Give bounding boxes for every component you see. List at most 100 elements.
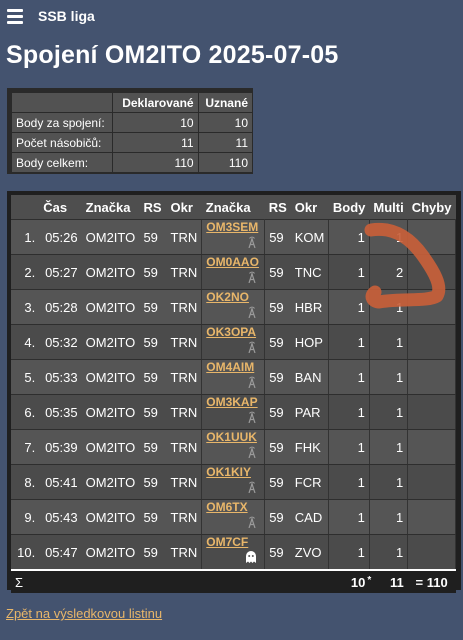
row-rs: 59 <box>139 464 167 500</box>
row-call: OM2ITO <box>81 324 140 360</box>
row-multi: 1 <box>368 429 409 465</box>
row-call2-link[interactable]: OK3OPA <box>206 325 260 339</box>
row-points: 1 <box>328 324 370 360</box>
row-multi: 1 <box>368 464 409 500</box>
tower-icon <box>248 516 256 528</box>
row-call2-link[interactable]: OM4AIM <box>206 360 260 374</box>
row-errors <box>407 359 456 395</box>
row-time: 05:41 <box>39 464 82 500</box>
row-rs2: 59 <box>264 359 291 395</box>
row-call2-cell: OK2NO <box>201 289 266 325</box>
row-call: OM2ITO <box>81 219 140 255</box>
row-call2-link[interactable]: OK2NO <box>206 290 260 304</box>
sum-total: = 110 <box>407 569 456 593</box>
row-points: 1 <box>328 429 370 465</box>
row-number: 3. <box>11 289 40 325</box>
row-call: OM2ITO <box>81 499 140 535</box>
row-number: 10. <box>11 534 40 571</box>
header-errors: Chyby <box>407 195 456 220</box>
row-call2-cell: OK1UUK <box>201 429 266 465</box>
row-number: 5. <box>11 359 40 395</box>
row-time: 05:39 <box>39 429 82 465</box>
header-okr: Okr <box>166 195 202 220</box>
row-number: 4. <box>11 324 40 360</box>
row-multi: 1 <box>368 359 409 395</box>
row-time: 05:33 <box>39 359 82 395</box>
header-call: Značka <box>81 195 140 220</box>
row-call2-link[interactable]: OM7CF <box>206 535 260 549</box>
row-rs2: 59 <box>264 254 291 290</box>
summary-row: Body za spojení: 10 10 <box>11 112 254 133</box>
header-nr <box>11 195 40 220</box>
qso-row: 6. 05:35 OM2ITO 59 TRN OM3KAP 59 PAR 1 1 <box>11 394 456 430</box>
row-time: 05:27 <box>39 254 82 290</box>
row-points: 1 <box>328 254 370 290</box>
row-okr2: FCR <box>290 464 329 500</box>
row-call2-link[interactable]: OK1KIY <box>206 465 260 479</box>
row-errors <box>407 324 456 360</box>
row-okr: TRN <box>166 464 202 500</box>
row-okr: TRN <box>166 394 202 430</box>
row-call: OM2ITO <box>81 289 140 325</box>
summary-declared: 10 <box>111 112 199 133</box>
row-number: 9. <box>11 499 40 535</box>
row-call2-cell: OM7CF <box>201 534 266 571</box>
row-okr2: FHK <box>290 429 329 465</box>
summary-row: Body celkem: 110 110 <box>11 152 254 173</box>
row-number: 6. <box>11 394 40 430</box>
summary-recognized: 110 <box>197 152 254 173</box>
row-call2-cell: OM4AIM <box>201 359 266 395</box>
tower-icon <box>248 411 256 423</box>
row-call2-cell: OM3SEM <box>201 219 266 255</box>
row-errors <box>407 219 456 255</box>
row-multi: 1 <box>368 499 409 535</box>
qso-row: 5. 05:33 OM2ITO 59 TRN OM4AIM 59 BAN 1 1 <box>11 359 456 395</box>
qso-sum-row: Σ 10 * 11 = 110 <box>11 569 456 593</box>
row-okr: TRN <box>166 254 202 290</box>
row-call2-cell: OM6TX <box>201 499 266 535</box>
summary-row: Počet násobičů: 11 11 <box>11 132 254 153</box>
row-okr: TRN <box>166 324 202 360</box>
header-rs2: RS <box>264 195 291 220</box>
qso-row: 3. 05:28 OM2ITO 59 TRN OK2NO 59 HBR 1 1 <box>11 289 456 325</box>
hamburger-menu-icon[interactable] <box>7 8 23 24</box>
row-errors <box>407 254 456 290</box>
qso-row: 4. 05:32 OM2ITO 59 TRN OK3OPA 59 HOP 1 1 <box>11 324 456 360</box>
row-call: OM2ITO <box>81 254 140 290</box>
row-multi: 2 <box>368 254 409 290</box>
page-title: Spojení OM2ITO 2025-07-05 <box>6 41 339 69</box>
row-multi: 1 <box>368 324 409 360</box>
row-call2-cell: OK3OPA <box>201 324 266 360</box>
row-rs: 59 <box>139 499 167 535</box>
row-points: 1 <box>328 359 370 395</box>
row-call2-link[interactable]: OM3SEM <box>206 220 260 234</box>
summary-label: Body za spojení: <box>11 112 113 133</box>
back-to-results-link[interactable]: Zpět na výsledkovou listinu <box>6 606 162 621</box>
row-rs: 59 <box>139 324 167 360</box>
row-call: OM2ITO <box>81 429 140 465</box>
row-call2-link[interactable]: OM0AAO <box>206 255 260 269</box>
row-call: OM2ITO <box>81 534 140 571</box>
qso-header-row: Čas Značka RS Okr Značka RS Okr Body Mul… <box>11 195 456 220</box>
tower-icon <box>248 446 256 458</box>
row-errors <box>407 289 456 325</box>
row-points: 1 <box>328 394 370 430</box>
qso-row: 1. 05:26 OM2ITO 59 TRN OM3SEM 59 KOM 1 1 <box>11 219 456 255</box>
qso-row: 2. 05:27 OM2ITO 59 TRN OM0AAO 59 TNC 1 2 <box>11 254 456 290</box>
row-errors <box>407 429 456 465</box>
tower-icon <box>248 236 256 248</box>
row-errors <box>407 464 456 500</box>
row-call2-link[interactable]: OK1UUK <box>206 430 260 444</box>
row-call2-link[interactable]: OM3KAP <box>206 395 260 409</box>
row-call2-cell: OM0AAO <box>201 254 266 290</box>
row-rs: 59 <box>139 254 167 290</box>
row-multi: 1 <box>368 289 409 325</box>
row-rs2: 59 <box>264 464 291 500</box>
row-okr2: HOP <box>290 324 329 360</box>
tower-icon <box>248 481 256 493</box>
top-bar: SSB liga <box>0 0 463 34</box>
row-time: 05:26 <box>39 219 82 255</box>
row-rs: 59 <box>139 534 167 571</box>
row-call2-link[interactable]: OM6TX <box>206 500 260 514</box>
row-okr: TRN <box>166 359 202 395</box>
